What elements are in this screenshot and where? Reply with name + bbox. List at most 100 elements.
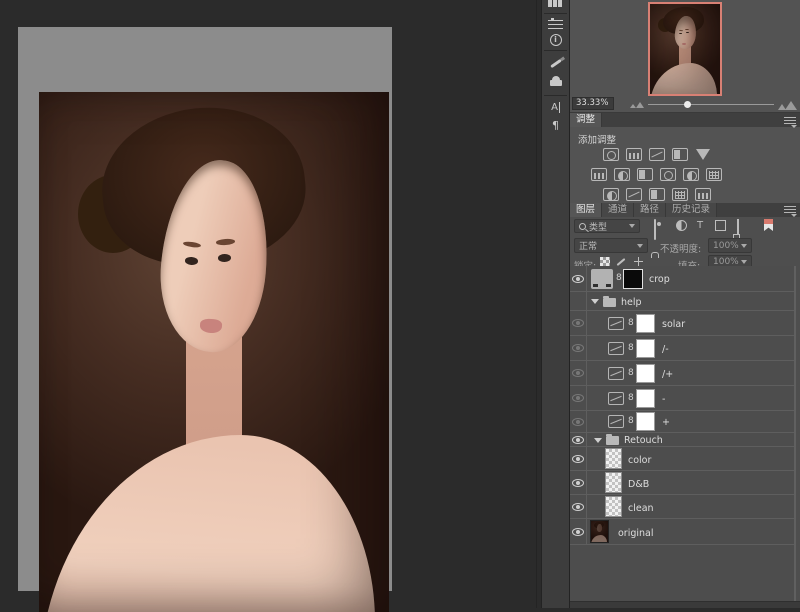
tab-history[interactable]: 历史记录 — [666, 203, 717, 217]
zoom-in-mountain-icon[interactable] — [785, 101, 797, 110]
visibility-toggle[interactable] — [570, 311, 587, 335]
layer-thumbnail[interactable] — [605, 496, 622, 517]
visibility-toggle[interactable] — [570, 519, 587, 544]
layer-mask-thumbnail[interactable] — [623, 269, 643, 289]
adj-exposure-icon[interactable] — [672, 148, 688, 161]
layer-row-solar[interactable]: 8 solar — [570, 311, 795, 336]
adjustment-layer-thumbnail[interactable] — [608, 367, 624, 380]
adj-gradient-map-icon[interactable] — [672, 188, 688, 201]
mask-link-icon[interactable]: 8 — [628, 318, 634, 328]
zoom-percentage-field[interactable]: 33.33% — [572, 97, 614, 110]
visibility-toggle[interactable] — [570, 411, 587, 432]
layer-row-minus[interactable]: 8 - — [570, 386, 795, 411]
visibility-toggle[interactable] — [570, 471, 587, 494]
zoom-slider-track[interactable] — [648, 104, 774, 105]
tab-layers[interactable]: 图层 — [570, 203, 602, 217]
adjustment-layer-thumbnail[interactable] — [608, 392, 624, 405]
mask-link-icon[interactable]: 8 — [628, 368, 634, 378]
zoom-out-mountain-icon[interactable] — [636, 102, 644, 108]
adjustment-layer-thumbnail[interactable] — [608, 342, 624, 355]
filter-adjustment-layers-icon[interactable] — [676, 220, 687, 231]
lock-image-pixels-icon[interactable] — [617, 258, 626, 266]
layer-row-clean[interactable]: clean — [570, 495, 795, 519]
swatches-panel-icon[interactable] — [543, 0, 568, 10]
filter-pixel-layers-icon[interactable] — [654, 219, 656, 240]
adj-black-white-icon[interactable] — [637, 168, 653, 181]
layer-name[interactable]: original — [618, 528, 654, 539]
opacity-field[interactable]: 100% — [708, 238, 752, 253]
visibility-toggle[interactable] — [570, 336, 587, 360]
layer-mask-thumbnail[interactable] — [636, 364, 655, 383]
adjustment-layer-thumbnail[interactable] — [608, 317, 624, 330]
blend-mode-select[interactable]: 正常 — [574, 238, 648, 253]
layer-name[interactable]: color — [628, 455, 651, 466]
mask-link-icon[interactable]: 8 — [628, 343, 634, 353]
panel-menu-icon[interactable] — [784, 206, 796, 213]
tab-paths[interactable]: 路径 — [634, 203, 666, 217]
adjustment-layer-thumbnail[interactable] — [608, 415, 624, 428]
layer-name[interactable]: /- — [662, 344, 669, 355]
visibility-toggle[interactable] — [570, 361, 587, 385]
layer-row-dnb[interactable]: D&B — [570, 471, 795, 495]
adj-hue-saturation-icon[interactable] — [591, 168, 607, 181]
layer-row-slash-minus[interactable]: 8 /- — [570, 336, 795, 361]
layer-mask-thumbnail[interactable] — [636, 389, 655, 408]
mask-link-icon[interactable]: 8 — [616, 273, 622, 283]
filter-smart-objects-icon[interactable] — [737, 219, 739, 240]
layer-thumbnail[interactable] — [605, 448, 622, 469]
visibility-toggle[interactable] — [570, 266, 587, 291]
document-photo[interactable] — [39, 92, 389, 612]
panel-menu-icon[interactable] — [784, 117, 796, 124]
filter-shape-layers-icon[interactable] — [715, 220, 726, 231]
layer-group-retouch[interactable]: Retouch — [570, 433, 795, 447]
properties-panel-icon[interactable] — [543, 17, 568, 31]
brush-settings-panel-icon[interactable] — [543, 56, 568, 70]
layer-name[interactable]: clean — [628, 503, 654, 514]
adj-selective-color-icon[interactable] — [695, 188, 711, 201]
adj-channel-mixer-icon[interactable] — [683, 168, 699, 181]
layer-name[interactable]: Retouch — [624, 435, 663, 446]
adj-posterize-icon[interactable] — [626, 188, 642, 201]
adj-color-lookup-icon[interactable] — [706, 168, 722, 181]
layer-name[interactable]: help — [621, 297, 642, 308]
layer-mask-thumbnail[interactable] — [636, 412, 655, 431]
visibility-toggle[interactable] — [570, 386, 587, 410]
adj-brightness-contrast-icon[interactable] — [603, 148, 619, 161]
zoom-slider-thumb[interactable] — [684, 101, 691, 108]
layer-name[interactable]: solar — [662, 319, 685, 330]
tab-adjustments[interactable]: 调整 — [570, 113, 602, 127]
layer-thumbnail[interactable] — [591, 269, 613, 289]
layer-mask-thumbnail[interactable] — [636, 339, 655, 358]
adj-photo-filter-icon[interactable] — [660, 168, 676, 181]
mask-link-icon[interactable]: 8 — [628, 416, 634, 426]
layer-name[interactable]: - — [662, 394, 665, 405]
navigator-proxy-view[interactable] — [648, 2, 722, 96]
adj-threshold-icon[interactable] — [649, 188, 665, 201]
layer-row-original[interactable]: original — [570, 519, 795, 545]
layer-row-slash-plus[interactable]: 8 /+ — [570, 361, 795, 386]
adj-vibrance-icon[interactable] — [696, 149, 710, 160]
adj-invert-icon[interactable] — [603, 188, 619, 201]
layer-thumbnail[interactable] — [605, 472, 622, 493]
layer-row-color[interactable]: color — [570, 447, 795, 471]
layer-name[interactable]: /+ — [662, 369, 673, 380]
filter-type-layers-icon[interactable]: T — [697, 220, 703, 231]
paragraph-panel-icon[interactable]: ¶ — [543, 118, 568, 132]
group-expand-icon[interactable] — [591, 299, 599, 304]
tab-channels[interactable]: 通道 — [602, 203, 634, 217]
layer-row-plus[interactable]: 8 + — [570, 411, 795, 433]
adj-color-balance-icon[interactable] — [614, 168, 630, 181]
layer-group-help[interactable]: help — [570, 292, 795, 311]
scrollbar[interactable] — [794, 266, 796, 604]
info-panel-icon[interactable]: i — [543, 33, 568, 47]
filter-toggle-icon[interactable] — [764, 219, 773, 231]
adj-levels-icon[interactable] — [626, 148, 642, 161]
clone-source-panel-icon[interactable] — [543, 76, 568, 90]
layer-name[interactable]: crop — [649, 274, 670, 285]
visibility-toggle[interactable] — [570, 447, 587, 470]
character-panel-icon[interactable]: A — [543, 100, 568, 114]
layer-mask-thumbnail[interactable] — [636, 314, 655, 333]
visibility-toggle[interactable] — [570, 292, 587, 310]
adj-curves-icon[interactable] — [649, 148, 665, 161]
group-expand-icon[interactable] — [594, 438, 602, 443]
